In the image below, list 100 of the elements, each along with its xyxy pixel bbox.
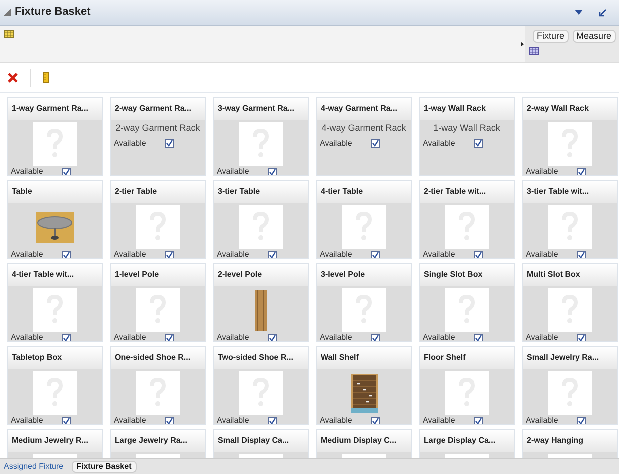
available-checkbox[interactable] [268, 416, 277, 424]
available-label: Available [114, 332, 148, 341]
toolbar-button[interactable]: Measure [572, 30, 616, 43]
card-title: 4-tier Table [317, 181, 411, 203]
image-placeholder [548, 371, 592, 415]
available-checkbox[interactable] [371, 416, 380, 424]
available-label: Available [11, 249, 44, 258]
fixture-card[interactable]: 3-tier Table Available [213, 180, 309, 259]
available-checkbox[interactable] [371, 250, 380, 258]
available-label: Available [217, 332, 250, 341]
fixture-card[interactable]: 3-tier Table wit... Available [522, 180, 618, 259]
available-checkbox[interactable] [165, 139, 174, 148]
fixture-card[interactable]: Single Slot Box Available [419, 263, 515, 342]
card-title: Floor Shelf [420, 347, 514, 369]
fixture-card[interactable]: 3-way Garment Ra... Available [213, 97, 309, 176]
available-checkbox[interactable] [577, 168, 586, 175]
card-title: 2-way Hanging [523, 430, 617, 452]
available-checkbox[interactable] [62, 334, 71, 341]
available-checkbox[interactable] [474, 250, 483, 258]
check-icon [63, 168, 70, 175]
available-label: Available [11, 332, 44, 341]
fixture-card[interactable]: Medium Display C... [316, 429, 412, 458]
expand-arrow-icon[interactable] [521, 42, 524, 46]
fixture-card[interactable]: 1-level Pole Available [110, 263, 206, 342]
available-checkbox[interactable] [371, 334, 380, 341]
fixture-card[interactable]: Multi Slot Box Available [522, 263, 618, 342]
available-checkbox[interactable] [474, 139, 483, 148]
check-icon [63, 418, 70, 424]
fixture-card[interactable]: Floor Shelf Available [419, 346, 515, 425]
table-icon[interactable] [529, 47, 539, 55]
card-title: Large Display Ca... [420, 430, 514, 452]
image-placeholder [445, 288, 489, 332]
fixture-card[interactable]: Large Display Ca... [419, 429, 515, 458]
available-label: Available [217, 415, 250, 424]
image-placeholder [548, 288, 592, 332]
available-checkbox[interactable] [62, 250, 71, 258]
available-checkbox[interactable] [165, 416, 174, 424]
fixture-card[interactable]: Wall Shelf Available [316, 346, 412, 425]
available-checkbox[interactable] [268, 334, 277, 341]
fixture-card[interactable]: Small Display Ca... [213, 429, 309, 458]
fixture-card[interactable]: 4-way Garment Ra... 4-way Garment Rack Available [316, 97, 412, 176]
fixture-card[interactable]: 2-way Garment Ra... 2-way Garment Rack Available [110, 97, 206, 176]
available-label: Available [526, 249, 560, 258]
available-checkbox[interactable] [577, 416, 586, 424]
check-icon [372, 140, 379, 147]
fixture-card[interactable]: One-sided Shoe R... Available [110, 346, 206, 425]
available-checkbox[interactable] [577, 250, 586, 258]
available-checkbox[interactable] [268, 250, 277, 258]
collapse-triangle-icon[interactable] [4, 9, 11, 16]
fixture-card[interactable]: 2-way Hanging [522, 429, 618, 458]
fixture-card[interactable]: 2-level Pole Available [213, 263, 309, 342]
fixture-card[interactable]: 2-way Wall Rack Available [522, 97, 618, 176]
card-title: 2-way Wall Rack [523, 98, 617, 120]
fixture-card[interactable]: Small Jewelry Ra... Available [522, 346, 618, 425]
available-label: Available [320, 332, 354, 341]
available-checkbox[interactable] [62, 168, 71, 175]
fixture-card[interactable]: 1-way Wall Rack 1-way Wall Rack Available [419, 97, 515, 176]
available-checkbox[interactable] [62, 416, 71, 424]
fixture-card[interactable]: 4-tier Table Available [316, 180, 412, 259]
available-checkbox[interactable] [268, 168, 277, 175]
check-icon [475, 140, 482, 147]
bottom-tab[interactable]: Fixture Basket [72, 460, 137, 472]
toolbar-button[interactable]: Fixture [533, 30, 569, 43]
image-placeholder [239, 122, 283, 166]
image-placeholder [445, 205, 489, 249]
fixture-caption: 4-way Garment Rack [320, 122, 408, 135]
minimize-arrow-icon[interactable] [599, 8, 607, 16]
card-title: Two-sided Shoe R... [214, 347, 308, 369]
fixture-card[interactable]: Tabletop Box Available [7, 346, 103, 425]
fixture-card[interactable]: Table Available [7, 180, 103, 259]
fixture-card[interactable]: Medium Jewelry R... [7, 429, 103, 458]
check-icon [166, 418, 173, 424]
fixture-card[interactable]: 2-tier Table Available [110, 180, 206, 259]
available-label: Available [526, 332, 560, 341]
available-label: Available [423, 415, 456, 424]
bottom-tab[interactable]: Assigned Fixture [4, 460, 64, 472]
card-title: Small Display Ca... [214, 430, 308, 452]
available-checkbox[interactable] [474, 334, 483, 341]
card-title: One-sided Shoe R... [111, 347, 205, 369]
available-checkbox[interactable] [577, 334, 586, 341]
fixture-card[interactable]: 3-level Pole Available [316, 263, 412, 342]
available-checkbox[interactable] [165, 250, 174, 258]
delete-icon[interactable] [8, 72, 18, 82]
available-checkbox[interactable] [371, 139, 380, 148]
fixture-card[interactable]: Large Jewelry Ra... [110, 429, 206, 458]
available-checkbox[interactable] [474, 416, 483, 424]
fixture-card[interactable]: 1-way Garment Ra... Available [7, 97, 103, 176]
fixture-card[interactable]: 2-tier Table wit... Available [419, 180, 515, 259]
card-title: 1-way Garment Ra... [8, 98, 102, 120]
grid-icon[interactable] [4, 30, 14, 38]
card-title: Single Slot Box [420, 264, 514, 286]
image-placeholder [33, 122, 77, 166]
fixture-card[interactable]: 4-tier Table wit... Available [7, 263, 103, 342]
card-title: 2-level Pole [214, 264, 308, 286]
available-checkbox[interactable] [165, 334, 174, 341]
check-icon [166, 252, 173, 258]
available-label: Available [11, 166, 44, 175]
dropdown-caret-icon[interactable] [575, 10, 583, 15]
fixture-card[interactable]: Two-sided Shoe R... Available [213, 346, 309, 425]
image-placeholder [33, 371, 77, 415]
